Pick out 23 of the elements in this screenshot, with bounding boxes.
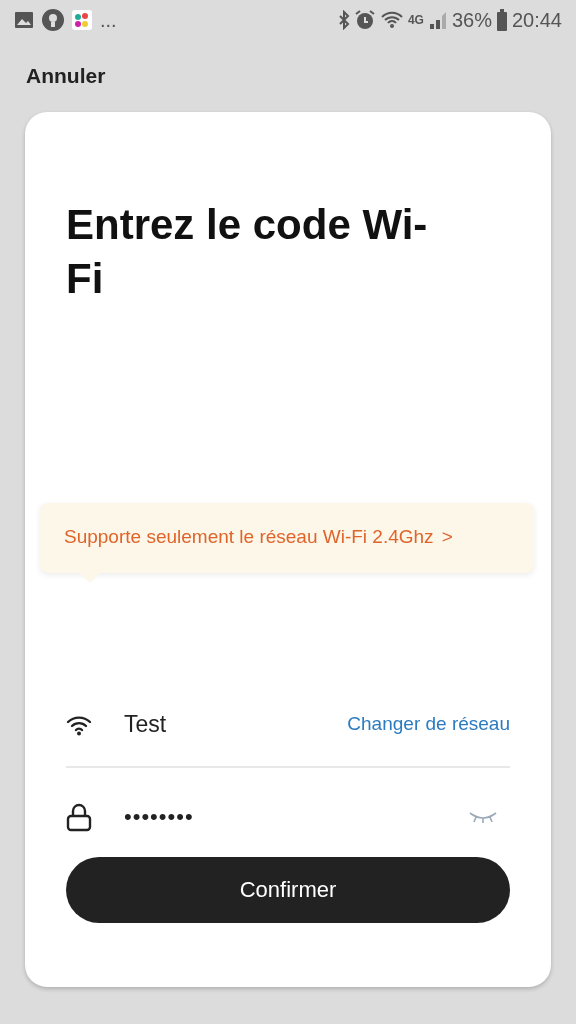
bulb-icon	[42, 9, 64, 31]
image-icon	[14, 11, 34, 29]
confirm-button[interactable]: Confirmer	[66, 856, 510, 923]
cancel-link[interactable]: Annuler	[26, 60, 106, 92]
network-label: 4G	[407, 12, 424, 29]
change-network-link[interactable]: Changer de réseau	[347, 710, 510, 739]
chevron-icon: >	[441, 523, 453, 552]
notice-text: Supporte seulement le réseau Wi-Fi 2.4Ghz	[64, 525, 434, 550]
clock: 20:44	[511, 8, 562, 33]
wifi-icon	[379, 10, 404, 30]
alarm-icon	[353, 9, 376, 31]
battery-icon	[495, 9, 508, 31]
closed-eye-icon[interactable]	[468, 809, 498, 824]
battery-percent: 36%	[451, 8, 492, 33]
bluetooth-icon	[337, 10, 350, 30]
network-name: Test	[123, 710, 167, 740]
wifi-icon	[66, 713, 92, 736]
lock-icon	[66, 801, 92, 832]
page-title: Entrez le code Wi-Fi	[66, 199, 429, 305]
password-field[interactable]: ••••••••	[116, 799, 468, 835]
more-notifications: ...	[100, 8, 117, 33]
app-icon	[72, 10, 92, 30]
signal-icon	[427, 10, 448, 30]
